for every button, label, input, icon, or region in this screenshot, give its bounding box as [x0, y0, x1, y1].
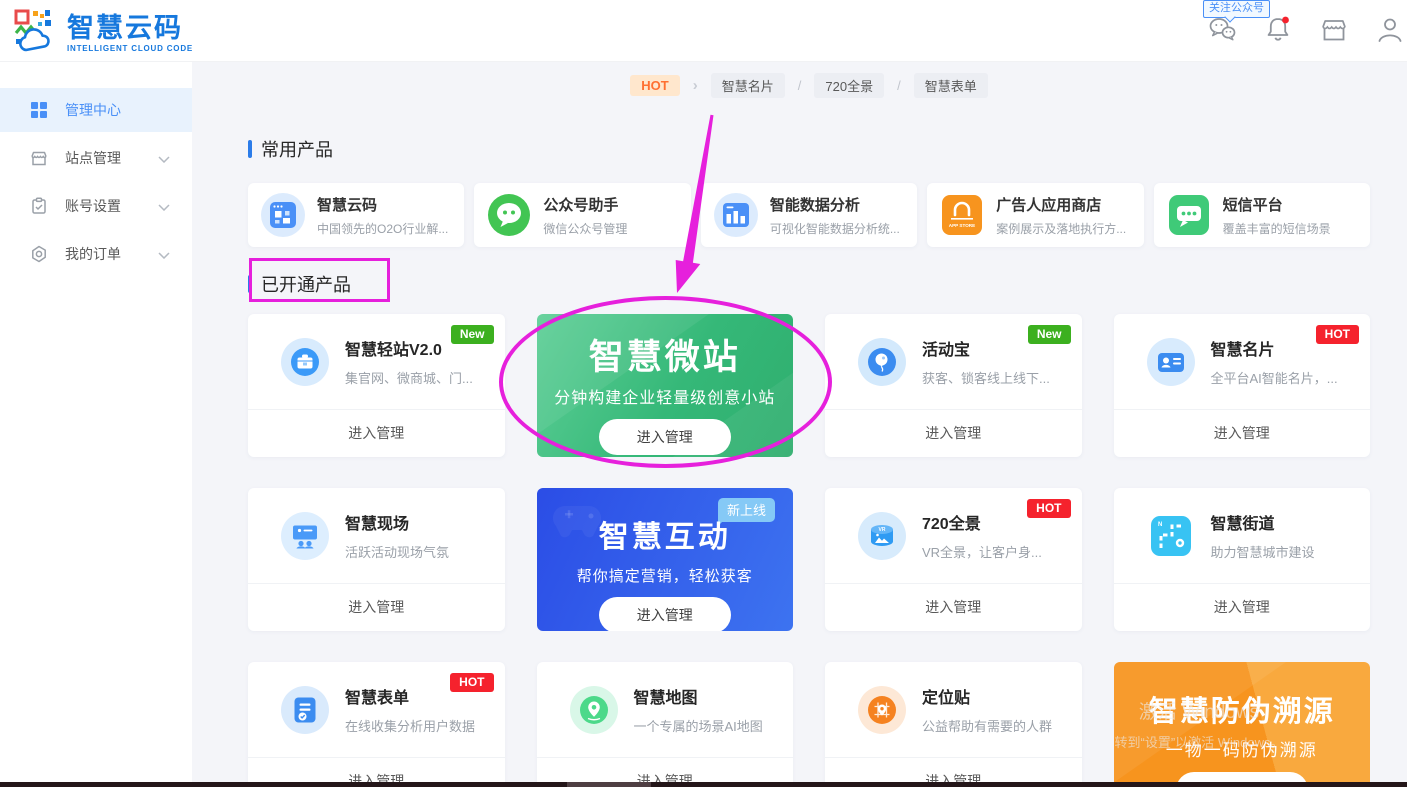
- clipboard-check-icon: [30, 196, 50, 216]
- brand-logo[interactable]: 智慧云码 INTELLIGENT CLOUD CODE: [14, 9, 193, 58]
- form-checklist-icon: [281, 685, 329, 734]
- id-card-icon: [1146, 337, 1195, 386]
- product-card-smart-business-card: HOT 智慧名片 全平台AI智能名片，... 进入管理: [1113, 314, 1370, 457]
- bar-chart-icon: [713, 193, 758, 237]
- top-header: 智慧云码 INTELLIGENT CLOUD CODE 关注公众号: [0, 0, 1407, 62]
- product-card-smart-map: 智慧地图 一个专属的场景AI地图 进入管理: [536, 662, 793, 787]
- new-badge: New: [450, 325, 494, 344]
- section-title-common-products: 常用产品: [248, 136, 1370, 162]
- enter-management-button[interactable]: 进入管理: [1113, 583, 1370, 630]
- promo-subtitle: 帮你搞定营销，轻松获客: [576, 568, 753, 585]
- route-map-icon: N: [1147, 512, 1195, 560]
- map-pin-icon: [569, 685, 618, 734]
- common-products-row: 智慧云码 中国领先的O2O行业解... 公众号助手 微信公众号管理 智能数据分析…: [248, 183, 1371, 247]
- opened-products-grid: New 智慧轻站V2.0 集官网、微商城、门... 进入管理 智慧微站 分钟构建…: [248, 314, 1370, 787]
- breadcrumb: HOT › 智慧名片 / 720全景 / 智慧表单: [248, 73, 1370, 98]
- hot-badge: HOT: [450, 673, 494, 692]
- shopping-bag-icon: APP STORE: [940, 193, 984, 237]
- bottom-edge-bar: [0, 782, 1407, 787]
- common-product-smart-cloud-code[interactable]: 智慧云码 中国领先的O2O行业解...: [248, 183, 465, 247]
- promo-title: 智慧微站: [588, 338, 741, 377]
- storefront-icon: [30, 148, 50, 168]
- sidebar-item-label: 账号设置: [65, 198, 121, 214]
- user-profile-icon[interactable]: [1375, 15, 1405, 45]
- sidebar-item-management-center[interactable]: 管理中心: [0, 88, 192, 132]
- sidebar-item-account-settings[interactable]: 账号设置: [0, 184, 192, 228]
- enter-management-button[interactable]: 进入管理: [598, 597, 731, 631]
- sidebar-item-label: 我的订单: [65, 246, 121, 262]
- section-accent-bar: [248, 275, 252, 293]
- product-card-smart-form: HOT 智慧表单 在线收集分析用户数据 进入管理: [248, 662, 505, 787]
- store-icon[interactable]: [1319, 15, 1349, 45]
- product-card-location-sticker: 定位贴 公益帮助有需要的人群 进入管理: [825, 662, 1082, 787]
- promo-subtitle: 一物一码防伪溯源: [1165, 741, 1318, 760]
- common-product-official-account-helper[interactable]: 公众号助手 微信公众号管理: [474, 183, 691, 247]
- promo-card-smart-micro-site[interactable]: 智慧微站 分钟构建企业轻量级创意小站 进入管理: [536, 314, 793, 457]
- promo-card-smart-interaction[interactable]: 新上线 智慧互动 帮你搞定营销，轻松获客 进入管理: [536, 488, 793, 631]
- common-product-sms-platform[interactable]: 短信平台 覆盖丰富的短信场景: [1153, 183, 1371, 247]
- brand-tagline: INTELLIGENT CLOUD CODE: [67, 44, 194, 53]
- product-card-smart-scene: 智慧现场 活跃活动现场气氛 进入管理: [248, 488, 505, 631]
- breadcrumb-arrow-separator: ›: [692, 77, 698, 94]
- sidebar-item-label: 管理中心: [65, 102, 121, 118]
- promo-title: 智慧防伪溯源: [1148, 696, 1335, 728]
- wechat-bubble-icon: [487, 193, 531, 237]
- presentation-icon: [281, 511, 329, 560]
- product-card-activity-treasure: New 活动宝 获客、锁客线上线下... 进入管理: [825, 314, 1082, 457]
- sidebar-item-site-management[interactable]: 站点管理: [0, 136, 192, 180]
- breadcrumb-tag-720-panorama[interactable]: 720全景: [814, 73, 885, 98]
- qr-cloud-logo-icon: [14, 9, 60, 58]
- promo-title: 智慧互动: [598, 521, 731, 554]
- product-card-smart-lite-site: New 智慧轻站V2.0 集官网、微商城、门... 进入管理: [248, 314, 505, 457]
- promo-card-anti-counterfeit-trace[interactable]: 智慧防伪溯源 一物一码防伪溯源 进入管理: [1113, 662, 1370, 787]
- hex-gear-icon: [30, 244, 50, 264]
- balloon-icon: [858, 337, 906, 386]
- enter-management-button[interactable]: 进入管理: [248, 583, 505, 630]
- hot-badge: HOT: [1315, 325, 1359, 344]
- common-product-ad-app-store[interactable]: APP STORE 广告人应用商店 案例展示及落地执行方...: [927, 183, 1144, 247]
- sidebar: 管理中心 站点管理 账号设置 我的订单: [0, 62, 192, 787]
- hot-badge: HOT: [630, 75, 680, 96]
- chevron-down-icon: [158, 246, 170, 262]
- product-card-720-panorama: HOT VR 720全景 VR全景，让客户身... 进入管理: [825, 488, 1082, 631]
- breadcrumb-slash-separator: /: [797, 78, 802, 93]
- follow-official-account-tooltip: 关注公众号: [1203, 0, 1270, 18]
- brand-name: 智慧云码: [67, 13, 183, 43]
- breadcrumb-tag-smart-form[interactable]: 智慧表单: [913, 73, 988, 98]
- lite-site-icon: [281, 337, 329, 386]
- location-crosshair-icon: [858, 685, 906, 734]
- product-card-smart-street: N 智慧街道 助力智慧城市建设 进入管理: [1113, 488, 1370, 631]
- new-badge: New: [1027, 325, 1071, 344]
- svg-text:N: N: [1158, 522, 1162, 528]
- hot-badge: HOT: [1027, 499, 1071, 518]
- enter-management-button[interactable]: 进入管理: [825, 583, 1082, 630]
- breadcrumb-slash-separator: /: [897, 78, 901, 93]
- svg-text:APP STORE: APP STORE: [949, 223, 975, 228]
- svg-text:VR: VR: [879, 527, 886, 533]
- qr-window-icon: [261, 193, 305, 237]
- notification-bell-icon[interactable]: [1263, 15, 1293, 45]
- enter-management-button[interactable]: 进入管理: [1113, 409, 1370, 456]
- grid-icon: [30, 100, 50, 120]
- vr-panorama-icon: VR: [858, 511, 906, 560]
- section-title-opened-products: 已开通产品: [248, 271, 1370, 297]
- common-product-smart-data-analysis[interactable]: 智能数据分析 可视化智能数据分析统...: [700, 183, 918, 247]
- sidebar-item-my-orders[interactable]: 我的订单: [0, 232, 192, 276]
- enter-management-button[interactable]: 进入管理: [825, 409, 1082, 456]
- enter-management-button[interactable]: 进入管理: [248, 409, 505, 456]
- sms-bubble-icon: [1167, 193, 1211, 237]
- promo-subtitle: 分钟构建企业轻量级创意小站: [554, 390, 776, 407]
- breadcrumb-tag-smart-card[interactable]: 智慧名片: [710, 73, 785, 98]
- chevron-down-icon: [158, 198, 170, 214]
- enter-management-button[interactable]: 进入管理: [598, 419, 731, 455]
- chevron-down-icon: [158, 150, 170, 166]
- sidebar-item-label: 站点管理: [65, 150, 121, 166]
- section-accent-bar: [248, 140, 252, 158]
- main-content: HOT › 智慧名片 / 720全景 / 智慧表单 常用产品 智慧云码 中国领先…: [192, 62, 1407, 787]
